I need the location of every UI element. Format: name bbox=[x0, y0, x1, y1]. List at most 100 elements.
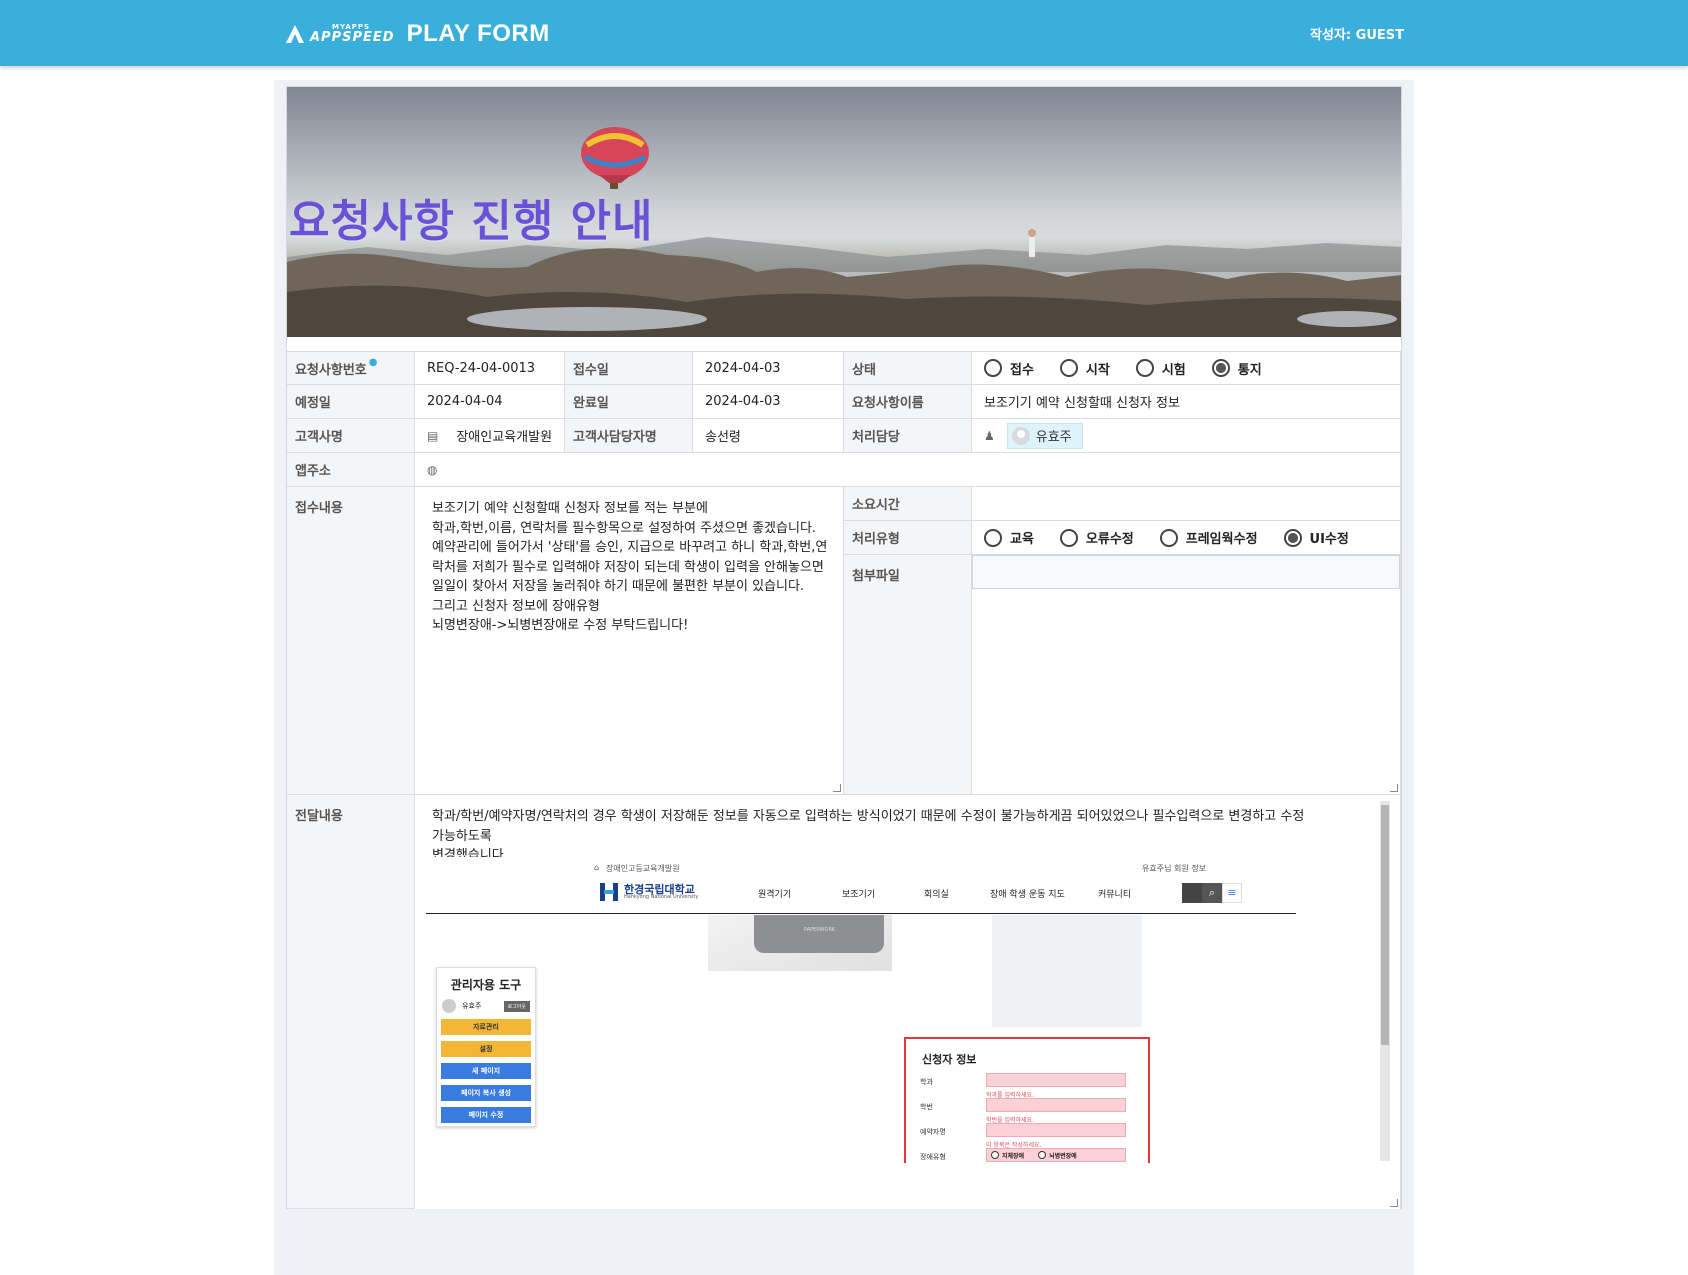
shot-admin-logout: 로그아웃 bbox=[503, 1000, 530, 1012]
type-option-label: 교육 bbox=[1010, 532, 1034, 547]
delivery-scrollbar[interactable] bbox=[1380, 801, 1390, 1161]
logo-text: MYAPPS APPSPEED bbox=[310, 24, 395, 45]
appspeed-logo[interactable]: MYAPPS APPSPEED PLAY FORM bbox=[284, 20, 550, 48]
avatar bbox=[442, 999, 456, 1013]
resize-handle-icon[interactable] bbox=[1390, 1199, 1398, 1207]
customer-value[interactable]: ▤ 장애인교육개발원 bbox=[415, 419, 565, 453]
attach-dropzone[interactable] bbox=[972, 555, 1400, 589]
shot-admin-btn-new-page: 새 페이지 bbox=[441, 1063, 531, 1079]
banner-image: 요청사항 진행 안내 bbox=[287, 87, 1401, 337]
type-option-bugfix[interactable]: 오류수정 bbox=[1059, 528, 1134, 547]
req-no-label-text: 요청사항번호 bbox=[295, 362, 367, 378]
delivery-scrollbar-thumb[interactable] bbox=[1381, 805, 1389, 1045]
due-value[interactable]: 2024-04-04 bbox=[415, 385, 565, 419]
shot-admin-panel: 관리자용 도구 유효주 로그아웃 자료관리 설정 새 페이지 페이지 복사 생성… bbox=[436, 967, 536, 1127]
banner-title: 요청사항 진행 안내 bbox=[289, 196, 654, 247]
shot-search-icon: ⌕ bbox=[1202, 883, 1222, 903]
radio-icon bbox=[1059, 528, 1078, 547]
radio-icon bbox=[1059, 359, 1078, 377]
content-line: 뇌명변장애->뇌병변장애로 수정 부탁드립니다! bbox=[432, 618, 689, 633]
type-option-label: 프레임웍수정 bbox=[1185, 532, 1258, 547]
app-url-value[interactable]: ◍ bbox=[415, 453, 1401, 487]
content-label: 접수내용 bbox=[287, 487, 415, 795]
shot-device-photo: PAPERWORK bbox=[708, 915, 892, 971]
req-no-label: 요청사항번호 ● bbox=[287, 351, 415, 385]
avatar bbox=[1011, 426, 1030, 445]
type-options: 교육 오류수정 프레임웍수정 UI수정 bbox=[984, 528, 1375, 547]
shot-admin-title: 관리자용 도구 bbox=[450, 978, 522, 992]
type-option-label: UI수정 bbox=[1309, 532, 1349, 547]
type-option-education[interactable]: 교육 bbox=[984, 528, 1034, 547]
app-title: PLAY FORM bbox=[406, 20, 550, 47]
status-option-test[interactable]: 시험 bbox=[1135, 359, 1186, 378]
radio-icon bbox=[984, 359, 1002, 377]
shot-device-brand: PAPERWORK bbox=[804, 927, 836, 933]
delivery-line: 변경했습니다. bbox=[432, 848, 508, 857]
handler-chip[interactable]: 유효주 bbox=[1006, 422, 1083, 449]
type-radio-group: 교육 오류수정 프레임웍수정 UI수정 bbox=[972, 521, 1401, 555]
shot-divider bbox=[426, 913, 1296, 914]
resize-handle-icon[interactable] bbox=[833, 784, 841, 792]
delivery-text[interactable]: 학과/학번/예약자명/연락처의 경우 학생이 저장해둔 정보를 자동으로 입력하… bbox=[426, 801, 1316, 857]
handler-value[interactable]: ♟ 유효주 bbox=[972, 419, 1401, 453]
type-option-ui[interactable]: UI수정 bbox=[1283, 528, 1349, 547]
content-line: 일일이 찾아서 저장을 눌러줘야 하기 때문에 불편한 부분이 있습니다. bbox=[432, 579, 805, 594]
content-line: 그리고 신청자 정보에 장애유형 bbox=[432, 598, 600, 614]
done-label: 완료일 bbox=[565, 385, 693, 419]
delivery-label: 전달내용 bbox=[287, 795, 415, 1209]
req-name-label: 요청사항이름 bbox=[844, 385, 972, 419]
customer-label: 고객사명 bbox=[287, 419, 415, 453]
shot-breadcrumb: 장애인고등교육개발원 bbox=[606, 864, 680, 873]
shot-nav-meeting: 회의실 bbox=[924, 890, 949, 900]
shot-disability-option: 뇌병변장애 bbox=[1049, 1152, 1077, 1160]
status-option-label: 통지 bbox=[1237, 362, 1262, 378]
radio-icon bbox=[991, 1151, 999, 1159]
shot-field-id bbox=[986, 1098, 1126, 1112]
shot-user-info: 유효주님 회원 정보 bbox=[1142, 864, 1206, 873]
logo-big-text: APPSPEED bbox=[310, 30, 395, 45]
shot-admin-btn-copy-page: 페이지 복사 생성 bbox=[441, 1085, 531, 1101]
page-container: 요청사항 진행 안내 요청사항번호 ● REQ-24-04-0013 접수일 20… bbox=[274, 80, 1414, 1275]
radio-selected-icon bbox=[1283, 528, 1302, 547]
contact-label: 고객사담당자명 bbox=[565, 419, 693, 453]
attach-label: 첨부파일 bbox=[844, 555, 972, 795]
req-name-value[interactable]: 보조기기 예약 신청할때 신청자 정보 bbox=[972, 385, 1401, 419]
type-option-framework[interactable]: 프레임웍수정 bbox=[1159, 528, 1258, 547]
type-label: 처리유형 bbox=[844, 521, 972, 555]
request-form: 요청사항 진행 안내 요청사항번호 ● REQ-24-04-0013 접수일 20… bbox=[286, 86, 1402, 1209]
status-option-notify[interactable]: 통지 bbox=[1211, 359, 1262, 378]
customer-name: 장애인교육개발원 bbox=[456, 430, 553, 445]
shot-admin-user: 유효주 로그아웃 bbox=[442, 999, 530, 1013]
status-option-label: 시험 bbox=[1161, 362, 1186, 378]
shot-field-name-label: 예약자명 bbox=[920, 1128, 946, 1136]
shot-nav-assistive: 보조기기 bbox=[842, 890, 876, 900]
shot-admin-btn-edit-page: 페이지 수정 bbox=[441, 1107, 531, 1123]
home-icon: ⌂ bbox=[594, 863, 600, 872]
radio-icon bbox=[1038, 1151, 1047, 1159]
received-value[interactable]: 2024-04-03 bbox=[693, 351, 844, 385]
status-option-received[interactable]: 접수 bbox=[984, 359, 1034, 378]
status-option-start[interactable]: 시작 bbox=[1059, 359, 1110, 378]
shot-applicant-box: 신청자 정보 학과 학과를 입력하세요. 학번 학번을 입력하세요. 예약자명 … bbox=[904, 1037, 1150, 1163]
due-label: 예정일 bbox=[287, 385, 415, 419]
contact-value[interactable]: 송선령 bbox=[693, 419, 844, 453]
status-option-label: 시작 bbox=[1085, 362, 1110, 378]
time-value[interactable] bbox=[972, 487, 1401, 521]
radio-icon bbox=[1159, 528, 1178, 547]
shot-disability-option: 지체장애 bbox=[1002, 1152, 1025, 1160]
req-no-value[interactable]: REQ-24-04-0013 bbox=[415, 351, 565, 385]
shot-nav-community: 커뮤니티 bbox=[1098, 890, 1132, 900]
content-line: 예약관리에 들어가서 '상태'를 승인, 지급으로 바꾸려고 하니 학과,학번,… bbox=[432, 540, 828, 555]
content-textarea[interactable]: 보조기기 예약 신청할때 신청자 정보를 적는 부분에 학과,학번,이름, 연락처… bbox=[426, 493, 834, 789]
shot-applicant-title: 신청자 정보 bbox=[922, 1053, 977, 1066]
author-label: 작성자: GUEST bbox=[1310, 28, 1404, 43]
delivery-cell: 학과/학번/예약자명/연락처의 경우 학생이 저장해둔 정보를 자동으로 입력하… bbox=[415, 795, 1401, 1209]
status-label: 상태 bbox=[844, 351, 972, 385]
handler-name: 유효주 bbox=[1035, 430, 1072, 445]
done-value[interactable]: 2024-04-03 bbox=[693, 385, 844, 419]
shot-univ-sub: Hankyong National University bbox=[624, 894, 699, 900]
shot-lock-icon bbox=[1182, 883, 1202, 903]
shot-device-body bbox=[754, 915, 884, 953]
resize-handle-icon[interactable] bbox=[1390, 784, 1398, 792]
shot-field-dept bbox=[986, 1073, 1126, 1087]
